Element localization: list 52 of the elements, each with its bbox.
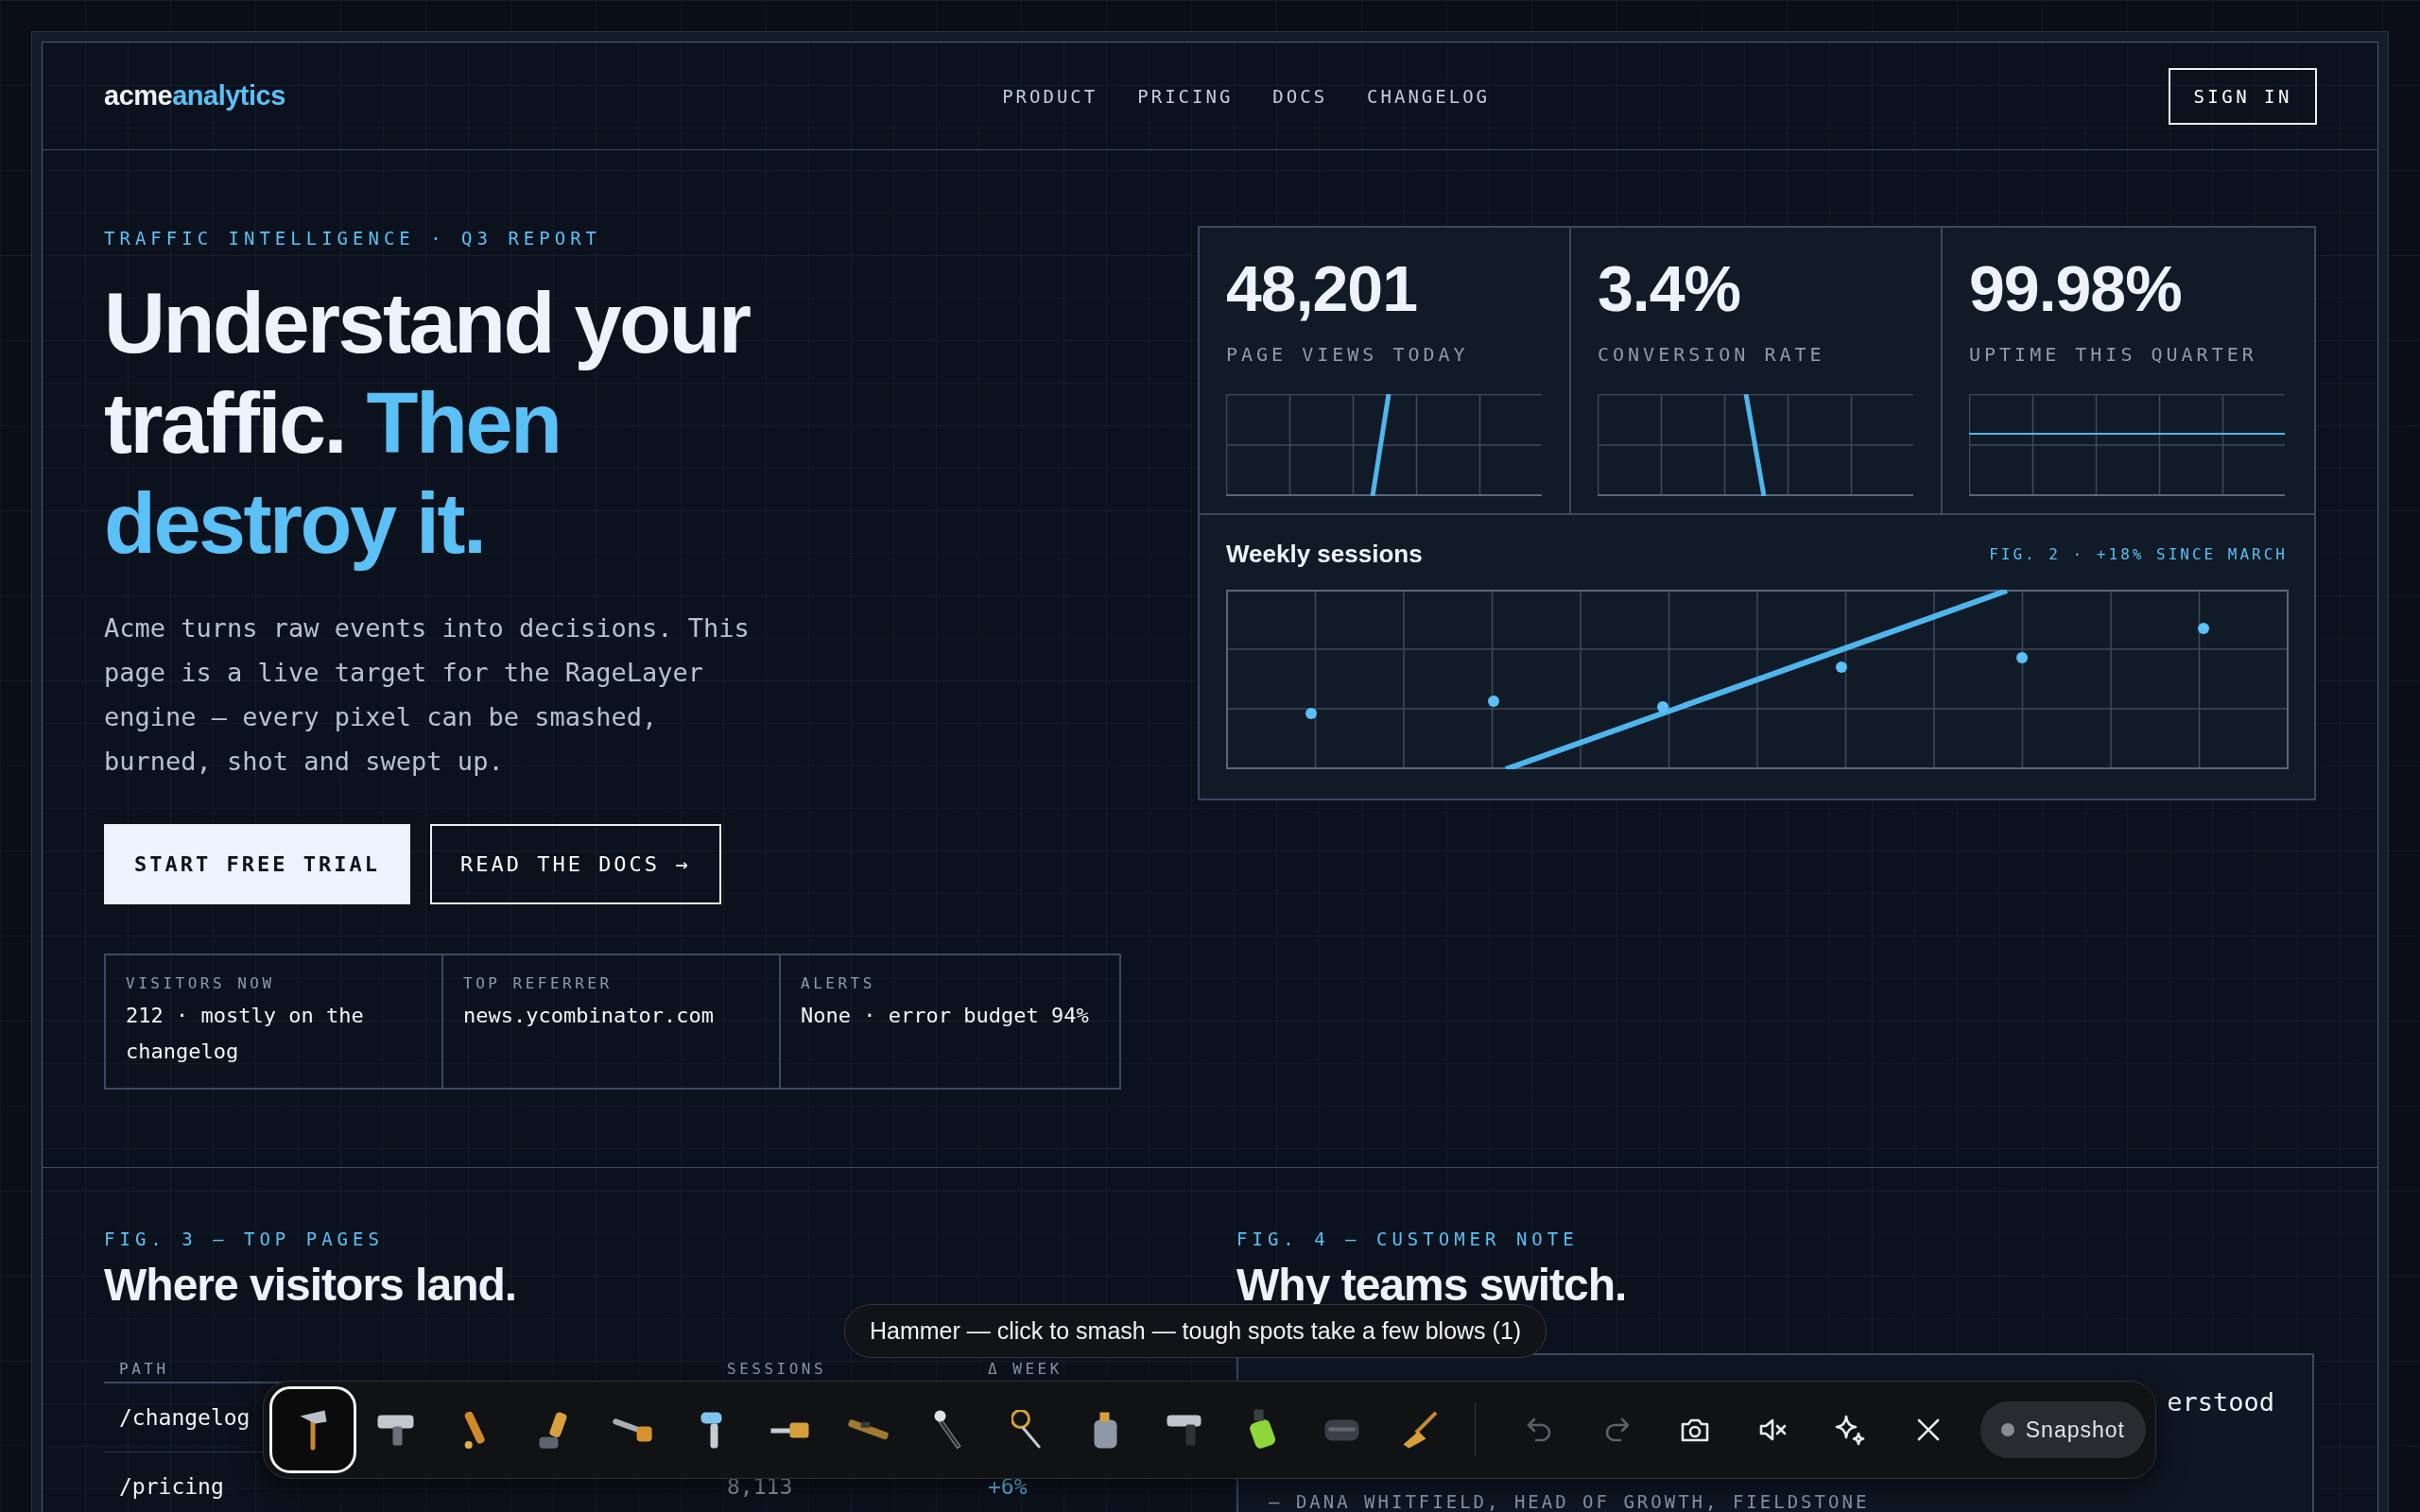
- data-point: [1657, 701, 1668, 713]
- column-header: PATH: [118, 1359, 170, 1378]
- fact-value: None · error budget 94%: [801, 1003, 1090, 1029]
- column-header: Δ WEEK: [987, 1359, 1063, 1378]
- nav-link[interactable]: DOCS: [1272, 85, 1328, 107]
- metric-label: CONVERSION RATE: [1598, 343, 1826, 366]
- docs-button[interactable]: READ THE DOCS →: [429, 824, 721, 904]
- jar-icon: [1093, 1411, 1117, 1449]
- fact-label: VISITORS NOW: [126, 974, 276, 992]
- intro-paragraph: Acme turns raw events into decisions. This page is a live target for the RageLayer engine — every pixel can be smashed, burned, shot and swept up.: [104, 612, 751, 778]
- trial-button[interactable]: START FREE TRIAL: [104, 824, 410, 904]
- table-cell-text: /changelog: [118, 1406, 251, 1429]
- fact-value: 212 · mostly on the changelog: [126, 1003, 365, 1065]
- broom-icon: [1403, 1411, 1439, 1449]
- wand-icon: [934, 1410, 961, 1450]
- fact-value: news.ycombinator.com: [463, 1003, 715, 1029]
- status-dot: [2000, 1423, 2014, 1436]
- nav-link[interactable]: PRODUCT: [1002, 85, 1098, 107]
- data-point: [2198, 623, 2209, 634]
- tool-tooltip: Hammer — click to smash — tough spots take a few blows (1): [844, 1304, 1547, 1358]
- chart-caption: FIG. 2 · +18% SINCE MARCH: [1989, 545, 2288, 563]
- table-cell-text: /pricing: [118, 1475, 224, 1498]
- column-header: SESSIONS: [726, 1359, 828, 1378]
- section-label: FIG. 4 — CUSTOMER NOTE: [1236, 1228, 1580, 1249]
- nav-link[interactable]: PRICING: [1137, 85, 1234, 107]
- metric-label: PAGE VIEWS TODAY: [1226, 343, 1470, 366]
- data-point: [1836, 662, 1847, 673]
- fact-label: ALERTS: [801, 974, 876, 992]
- quote-attribution: — DANA WHITFIELD, HEAD OF GROWTH, FIELDSTONE: [1269, 1492, 1871, 1511]
- quote-text: erstood: [2167, 1387, 2274, 1417]
- sign-in-button[interactable]: SIGN IN: [2169, 67, 2317, 125]
- tool-button[interactable]: [269, 1386, 357, 1473]
- spray-icon: [1248, 1409, 1278, 1451]
- chart-title: Weekly sessions: [1226, 540, 1423, 569]
- section-label: FIG. 3 — TOP PAGES: [104, 1228, 385, 1249]
- hammer-icon: [299, 1409, 327, 1451]
- data-point: [1488, 696, 1499, 707]
- data-point: [2016, 652, 2028, 663]
- fact-label: TOP REFERRER: [463, 974, 614, 992]
- nav-link[interactable]: CHANGELOG: [1367, 85, 1491, 107]
- data-point: [1305, 708, 1317, 719]
- metric-label: UPTIME THIS QUARTER: [1969, 343, 2258, 366]
- metric-value: 99.98%: [1969, 251, 2183, 326]
- logo-text[interactable]: acme: [104, 80, 173, 112]
- section-title: Where visitors land.: [104, 1263, 518, 1308]
- logo-text[interactable]: analytics: [172, 80, 285, 112]
- eyebrow-label: TRAFFIC INTELLIGENCE · Q3 REPORT: [104, 228, 603, 249]
- metric-value: 3.4%: [1598, 251, 1741, 326]
- snapshot-button[interactable]: Snapshot: [1979, 1401, 2146, 1458]
- metric-value: 48,201: [1226, 251, 1418, 326]
- table-cell-text: +6%: [987, 1475, 1028, 1498]
- headline: Understand your traffic. Then destroy it.: [104, 275, 752, 573]
